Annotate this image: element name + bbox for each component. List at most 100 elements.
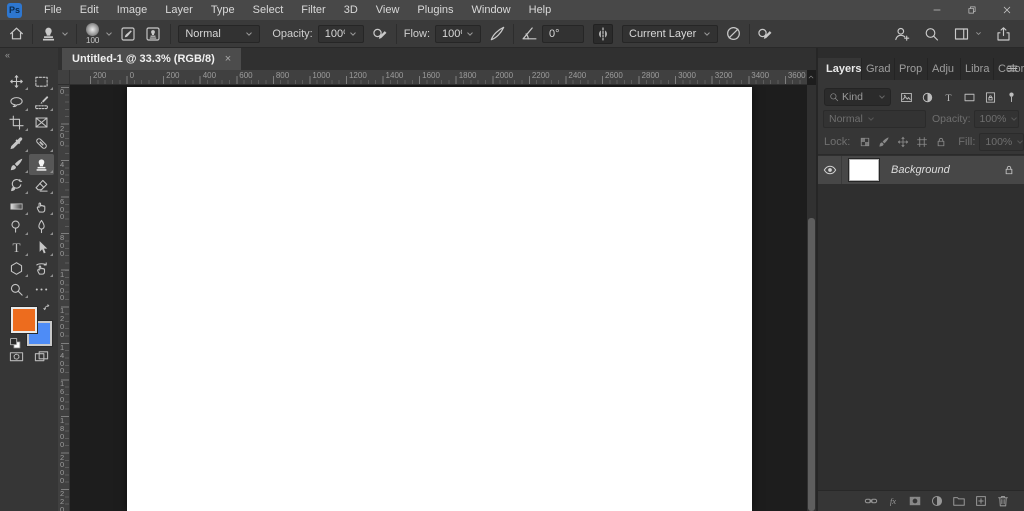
panel-tab-prop[interactable]: Prop bbox=[895, 58, 928, 80]
menu-3d[interactable]: 3D bbox=[335, 0, 367, 20]
panel-menu-icon[interactable] bbox=[1006, 62, 1019, 75]
minimize-button[interactable] bbox=[919, 0, 954, 20]
chevron-down-icon[interactable] bbox=[975, 31, 982, 36]
menu-filter[interactable]: Filter bbox=[292, 0, 334, 20]
tool-edit-toolbar[interactable] bbox=[29, 279, 54, 300]
panel-tab-grad[interactable]: Grad bbox=[862, 58, 895, 80]
shape-filter-icon[interactable] bbox=[963, 91, 976, 104]
brush-panel-button[interactable] bbox=[143, 24, 163, 44]
mask-icon[interactable] bbox=[908, 494, 922, 508]
canvas[interactable] bbox=[127, 87, 752, 511]
pressure-size-icon[interactable] bbox=[757, 25, 774, 42]
close-tab-icon[interactable]: × bbox=[225, 53, 231, 65]
tool-shape[interactable] bbox=[4, 258, 29, 279]
scrollbar-thumb[interactable] bbox=[808, 218, 815, 511]
flow-select[interactable]: 100% bbox=[435, 24, 481, 43]
quick-mask-icon[interactable] bbox=[9, 349, 24, 364]
tool-pen[interactable] bbox=[29, 217, 54, 238]
tool-brush[interactable] bbox=[4, 154, 29, 175]
layer-filter-select[interactable]: Kind bbox=[824, 88, 891, 106]
restore-button[interactable] bbox=[954, 0, 989, 20]
tool-history-brush[interactable] bbox=[4, 175, 29, 196]
brush-preset-picker[interactable]: 100 bbox=[86, 22, 99, 45]
panel-tab-libra[interactable]: Libra bbox=[961, 58, 994, 80]
menu-view[interactable]: View bbox=[367, 0, 409, 20]
pixel-filter-icon[interactable] bbox=[900, 91, 913, 104]
layer-name[interactable]: Background bbox=[891, 164, 950, 176]
lock-all-icon[interactable] bbox=[935, 136, 947, 148]
adjustment-filter-icon[interactable] bbox=[921, 91, 934, 104]
tool-clone-stamp[interactable] bbox=[29, 154, 54, 175]
tool-preset-icon[interactable] bbox=[40, 25, 57, 42]
paint-symmetry-button[interactable] bbox=[593, 23, 613, 44]
chevron-down-icon[interactable] bbox=[61, 31, 69, 37]
new-layer-icon[interactable] bbox=[974, 494, 988, 508]
pressure-opacity-icon[interactable] bbox=[372, 25, 389, 42]
layer-blend-mode-select[interactable]: Normal bbox=[823, 110, 926, 128]
adjustment-icon[interactable] bbox=[930, 494, 944, 508]
layer-thumbnail[interactable] bbox=[848, 158, 880, 182]
tool-dodge[interactable] bbox=[4, 217, 29, 238]
tool-zoom[interactable] bbox=[4, 279, 29, 300]
tool-object-selection[interactable] bbox=[29, 92, 54, 113]
document-tab[interactable]: Untitled-1 @ 33.3% (RGB/8) × bbox=[62, 48, 242, 70]
layer-opacity-select[interactable]: 100% bbox=[973, 110, 1019, 128]
panel-tab-adju[interactable]: Adju bbox=[928, 58, 961, 80]
delete-icon[interactable] bbox=[996, 494, 1010, 508]
group-icon[interactable] bbox=[952, 494, 966, 508]
menu-image[interactable]: Image bbox=[108, 0, 157, 20]
home-icon[interactable] bbox=[8, 25, 25, 42]
sample-layers-select[interactable]: Current Layer bbox=[622, 24, 718, 43]
menu-layer[interactable]: Layer bbox=[156, 0, 202, 20]
tool-eyedropper[interactable] bbox=[4, 133, 29, 154]
tool-frame[interactable] bbox=[29, 113, 54, 134]
tool-crop[interactable] bbox=[4, 113, 29, 134]
menu-window[interactable]: Window bbox=[463, 0, 520, 20]
workspace-icon[interactable] bbox=[953, 26, 970, 42]
chevron-down-icon[interactable] bbox=[105, 31, 113, 37]
menu-edit[interactable]: Edit bbox=[71, 0, 108, 20]
smart-filter-icon[interactable] bbox=[984, 91, 997, 104]
tool-gradient[interactable] bbox=[4, 196, 29, 217]
tool-rectangular-marquee[interactable] bbox=[29, 71, 54, 92]
menu-plugins[interactable]: Plugins bbox=[408, 0, 462, 20]
tool-move[interactable] bbox=[4, 71, 29, 92]
ignore-adjustments-icon[interactable] bbox=[725, 25, 742, 42]
lock-transparency-icon[interactable] bbox=[859, 136, 871, 148]
type-filter-icon[interactable]: T bbox=[942, 91, 955, 104]
menu-help[interactable]: Help bbox=[520, 0, 561, 20]
blend-mode-select[interactable]: Normal bbox=[178, 24, 261, 43]
tool-path-selection[interactable] bbox=[29, 237, 54, 258]
tool-type[interactable]: T bbox=[4, 237, 29, 258]
toggle-brush-settings-button[interactable] bbox=[118, 24, 138, 44]
swap-colors-icon[interactable] bbox=[43, 304, 55, 316]
brush-angle-field[interactable]: 0° bbox=[542, 24, 584, 43]
layer-fill-select[interactable]: 100% bbox=[979, 133, 1024, 151]
panel-tab-layers[interactable]: Layers bbox=[818, 58, 862, 80]
tool-spot-healing-brush[interactable] bbox=[29, 133, 54, 154]
filter-toggle-icon[interactable] bbox=[1005, 91, 1018, 104]
collapse-toolbar-button[interactable]: « bbox=[5, 50, 10, 60]
opacity-select[interactable]: 100% bbox=[317, 24, 364, 43]
vertical-scrollbar[interactable] bbox=[807, 85, 816, 511]
search-icon[interactable] bbox=[923, 26, 940, 42]
tool-smudge[interactable] bbox=[29, 196, 54, 217]
share-icon[interactable] bbox=[995, 26, 1012, 42]
link-icon[interactable] bbox=[864, 494, 878, 508]
visibility-toggle[interactable] bbox=[818, 156, 842, 184]
chevron-up-icon[interactable] bbox=[807, 73, 815, 81]
foreground-color-swatch[interactable] bbox=[11, 307, 37, 333]
menu-type[interactable]: Type bbox=[202, 0, 244, 20]
close-button[interactable] bbox=[989, 0, 1024, 20]
account-icon[interactable] bbox=[893, 26, 910, 42]
layer-row[interactable]: Background bbox=[818, 156, 1024, 184]
airbrush-icon[interactable] bbox=[489, 25, 506, 42]
fx-icon[interactable]: fx bbox=[886, 494, 900, 508]
tool-lasso[interactable] bbox=[4, 92, 29, 113]
menu-file[interactable]: File bbox=[35, 0, 71, 20]
lock-position-icon[interactable] bbox=[897, 136, 909, 148]
lock-paint-icon[interactable] bbox=[878, 136, 890, 148]
screen-mode-icon[interactable] bbox=[34, 349, 49, 364]
tool-eraser[interactable] bbox=[29, 175, 54, 196]
menu-select[interactable]: Select bbox=[244, 0, 293, 20]
